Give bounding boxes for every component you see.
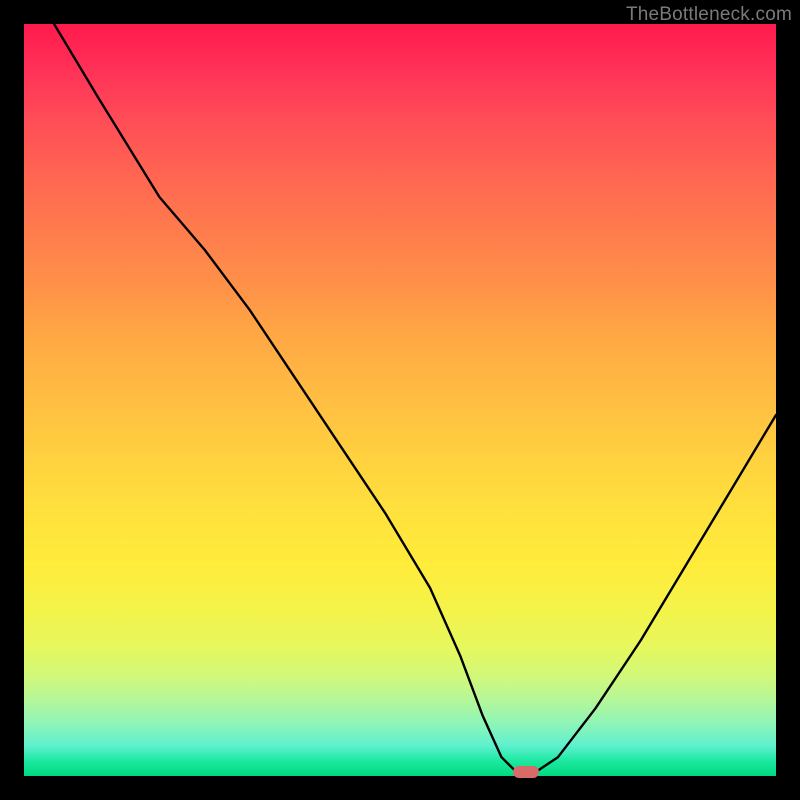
bottleneck-curve [24,24,776,776]
chart-frame: TheBottleneck.com [0,0,800,800]
optimal-marker [513,766,539,778]
plot-area [24,24,776,776]
watermark-text: TheBottleneck.com [626,4,792,26]
